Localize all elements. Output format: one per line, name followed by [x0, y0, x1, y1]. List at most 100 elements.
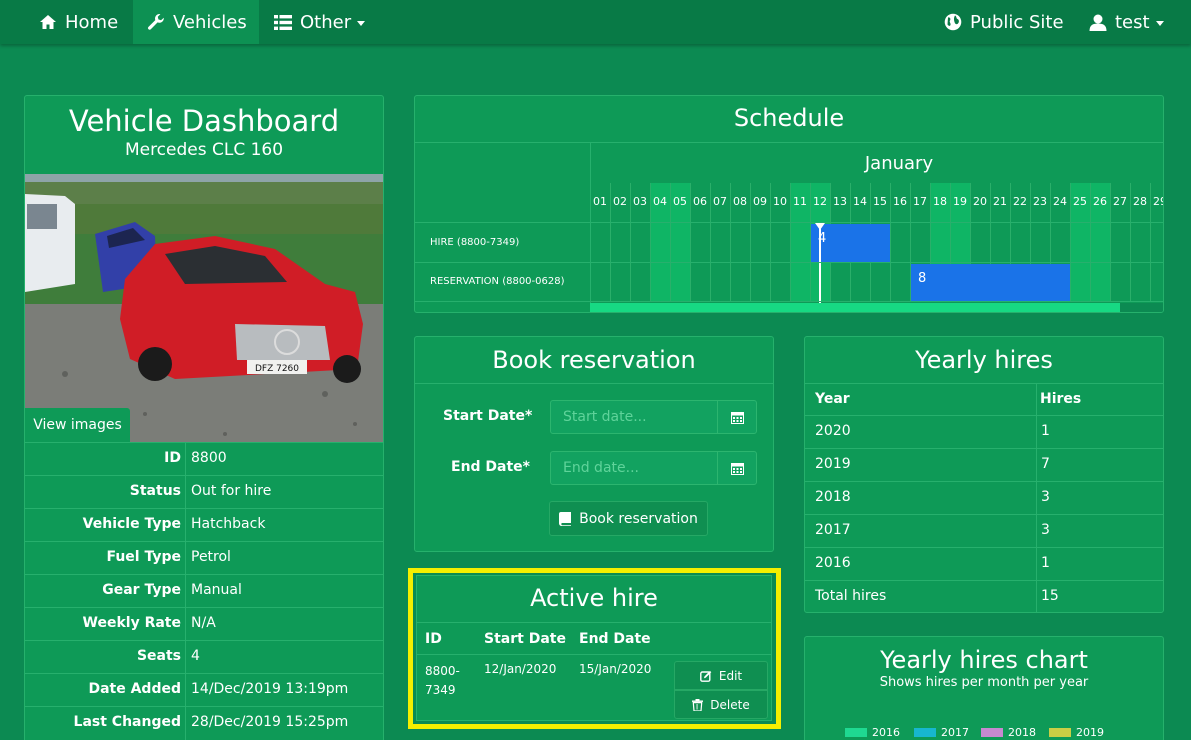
active-hire-col-end: End Date: [579, 631, 651, 647]
schedule-booking-count: 8: [918, 271, 927, 286]
schedule-day-label: 03: [633, 195, 647, 208]
schedule-scrollbar-thumb[interactable]: [590, 303, 1120, 312]
active-hire-col-id: ID: [425, 631, 442, 647]
detail-label: Status: [129, 483, 181, 499]
nav-public-site-label: Public Site: [970, 11, 1064, 33]
schedule-day-label: 13: [833, 195, 847, 208]
schedule-day-label: 11: [793, 195, 807, 208]
list-icon: [274, 14, 292, 30]
schedule-day-label: 29: [1153, 195, 1163, 208]
detail-value: 14/Dec/2019 13:19pm: [191, 681, 349, 697]
yearly-chart-panel: Yearly hires chart Shows hires per month…: [804, 636, 1164, 740]
schedule-scrollbar-track[interactable]: [590, 303, 1163, 312]
start-date-input[interactable]: Start date...: [550, 400, 718, 434]
schedule-title: Schedule: [733, 104, 845, 132]
active-hire-start-date: 12/Jan/2020: [484, 662, 557, 676]
active-hire-panel: Active hire ID Start Date End Date 8800-…: [416, 575, 772, 721]
schedule-day-label: 23: [1033, 195, 1047, 208]
nav-other-dropdown[interactable]: Other: [274, 0, 366, 44]
end-date-input[interactable]: End date...: [550, 451, 718, 485]
schedule-row-label: HIRE (8800-7349): [430, 237, 520, 248]
schedule-day-label: 20: [973, 195, 987, 208]
yearly-year-cell: 2019: [815, 456, 851, 472]
schedule-row-label: RESERVATION (8800-0628): [430, 276, 565, 287]
detail-label: Gear Type: [102, 582, 181, 598]
yearly-hires-cell: 1: [1041, 423, 1050, 439]
license-plate: DFZ 7260: [255, 364, 299, 374]
detail-label: Seats: [136, 648, 181, 664]
edit-hire-label: Edit: [718, 668, 743, 683]
legend-item[interactable]: 2018: [981, 726, 1036, 739]
legend-label: 2019: [1076, 726, 1104, 739]
active-hire-col-start: Start Date: [484, 631, 566, 647]
delete-hire-button[interactable]: Delete: [674, 690, 768, 719]
schedule-day-label: 12: [813, 195, 827, 208]
schedule-day-label: 09: [753, 195, 767, 208]
detail-value: Manual: [191, 582, 242, 598]
legend-swatch: [1049, 728, 1071, 737]
schedule-month: January: [864, 153, 934, 174]
detail-value: N/A: [191, 615, 216, 631]
schedule-day-label: 01: [593, 195, 607, 208]
trash-icon: [692, 698, 704, 711]
book-reservation-panel: Book reservation Start Date* Start date.…: [414, 336, 774, 552]
legend-item[interactable]: 2017: [914, 726, 969, 739]
detail-label: Vehicle Type: [82, 516, 181, 532]
top-navbar: Home Vehicles Other Public Site test: [0, 0, 1191, 44]
vehicle-dashboard-panel: Vehicle Dashboard Mercedes CLC 160 DFZ 7…: [24, 95, 384, 740]
active-hire-id: 8800- 7349: [425, 662, 460, 700]
edit-hire-button[interactable]: Edit: [674, 661, 768, 690]
detail-label: Last Changed: [73, 714, 181, 730]
book-reservation-button[interactable]: Book reservation: [549, 501, 708, 536]
yearly-hires-cell: 3: [1041, 489, 1050, 505]
yearly-hires-cell: 3: [1041, 522, 1050, 538]
nav-public-site[interactable]: Public Site: [944, 0, 1064, 44]
yearly-hires-cell: 15: [1041, 588, 1059, 604]
schedule-panel: Schedule January 01 02 03 04 05 06 07 08 09 10 11 1…: [414, 95, 1164, 313]
schedule-day-label: 02: [613, 195, 627, 208]
active-hire-end-date: 15/Jan/2020: [579, 662, 652, 676]
nav-user-label: test: [1115, 11, 1150, 33]
active-hire-id-line: 7349: [425, 683, 456, 697]
legend-swatch: [981, 728, 1003, 737]
active-hire-title: Active hire: [530, 584, 658, 612]
legend-label: 2017: [941, 726, 969, 739]
vehicle-photo: DFZ 7260 View images: [25, 174, 383, 442]
detail-value: Petrol: [191, 549, 231, 565]
start-date-picker-button[interactable]: [717, 400, 757, 434]
detail-value: 4: [191, 648, 200, 664]
detail-value: Hatchback: [191, 516, 266, 532]
nav-other-label: Other: [300, 11, 352, 33]
edit-icon: [699, 670, 712, 682]
view-images-button[interactable]: View images: [25, 408, 130, 442]
detail-value: 8800: [191, 450, 227, 466]
yearly-col-hires: Hires: [1040, 391, 1082, 407]
schedule-day-label: 14: [853, 195, 867, 208]
yearly-year-cell: 2020: [815, 423, 851, 439]
schedule-day-label: 18: [933, 195, 947, 208]
schedule-day-label: 15: [873, 195, 887, 208]
yearly-chart-subtitle: Shows hires per month per year: [879, 675, 1089, 690]
schedule-day-label: 06: [693, 195, 707, 208]
legend-item[interactable]: 2019: [1049, 726, 1104, 739]
schedule-day-label: 17: [913, 195, 927, 208]
legend-swatch: [845, 728, 867, 737]
nav-vehicles-label: Vehicles: [173, 11, 247, 33]
vehicle-name: Mercedes CLC 160: [124, 140, 284, 160]
home-icon: [40, 15, 56, 29]
schedule-day-label: 22: [1013, 195, 1027, 208]
nav-home[interactable]: Home: [24, 0, 133, 44]
yearly-col-year: Year: [815, 391, 850, 407]
legend-item[interactable]: 2016: [845, 726, 900, 739]
nav-vehicles[interactable]: Vehicles: [133, 0, 259, 44]
end-date-label: End Date*: [451, 459, 531, 475]
active-hire-id-line: 8800-: [425, 664, 460, 678]
schedule-booking-bar[interactable]: 8: [911, 264, 1070, 302]
schedule-day-label: 21: [993, 195, 1007, 208]
detail-label: Weekly Rate: [82, 615, 181, 631]
end-date-picker-button[interactable]: [717, 451, 757, 485]
schedule-day-label: 05: [673, 195, 687, 208]
yearly-year-cell: 2016: [815, 555, 851, 571]
book-reservation-title: Book reservation: [492, 346, 696, 374]
nav-user-dropdown[interactable]: test: [1089, 0, 1164, 44]
